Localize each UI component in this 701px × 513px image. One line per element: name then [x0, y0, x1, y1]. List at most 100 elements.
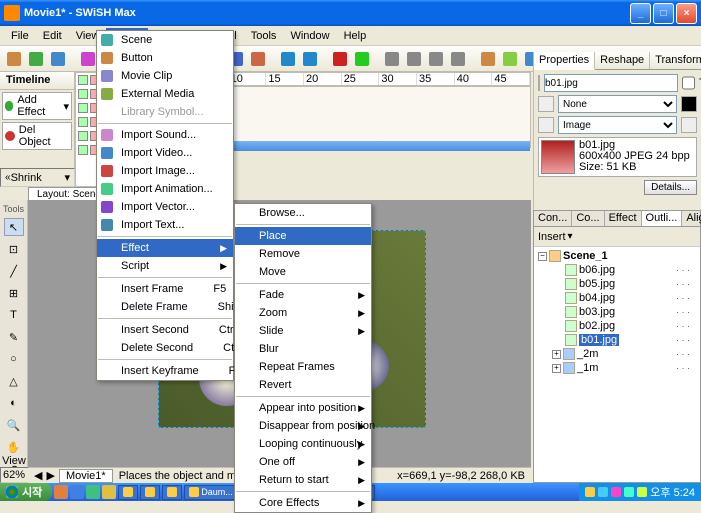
timeline-clip[interactable] — [191, 141, 530, 151]
menu-item[interactable]: Script▶ — [97, 257, 233, 275]
tree-node[interactable]: +_1m· · · — [538, 361, 696, 375]
outline-tab[interactable]: Align... — [682, 211, 701, 226]
menu-item[interactable]: Core Effects▶ — [235, 494, 371, 512]
menu-item[interactable]: Insert SecondCtrl+F5 — [97, 321, 233, 339]
tool-button[interactable]: ○ — [4, 350, 24, 368]
timeline-tracks[interactable] — [190, 86, 531, 148]
tool-button[interactable]: ⊞ — [4, 284, 24, 302]
toolbar-button[interactable] — [4, 49, 24, 69]
tree-node[interactable]: b05.jpg· · · — [538, 277, 696, 291]
menu-item[interactable]: Import Text... — [97, 216, 233, 234]
toolbar-button[interactable] — [448, 49, 468, 69]
shrink-dropdown[interactable]: « Shrink▾ — [0, 168, 75, 187]
toolbar-button[interactable] — [78, 49, 98, 69]
menu-item[interactable]: Blur — [235, 340, 371, 358]
add-effect-button[interactable]: Add Effect▾ — [2, 92, 72, 120]
tree-node[interactable]: b02.jpg· · · — [538, 319, 696, 333]
menu-window[interactable]: Window — [283, 28, 336, 44]
menu-item[interactable]: External Media — [97, 85, 233, 103]
tree-node[interactable]: b03.jpg· · · — [538, 305, 696, 319]
quicklaunch-icon[interactable] — [86, 485, 100, 499]
toolbar-button[interactable] — [26, 49, 46, 69]
tray-icon[interactable] — [624, 487, 634, 497]
tree-node[interactable]: +_2m· · · — [538, 347, 696, 361]
menu-item[interactable]: Slide▶ — [235, 322, 371, 340]
menu-item[interactable]: Import Image... — [97, 162, 233, 180]
menu-item[interactable]: Remove — [235, 245, 371, 263]
outline-tree[interactable]: −Scene_1b06.jpg· · ·b05.jpg· · ·b04.jpg·… — [534, 247, 700, 377]
menu-item[interactable]: Looping continuously▶ — [235, 435, 371, 453]
scroll-right-icon[interactable]: ▶ — [46, 469, 54, 482]
toolbar-button[interactable] — [300, 49, 320, 69]
insert-dropdown[interactable]: Insert — [538, 231, 566, 243]
scroll-left-icon[interactable]: ◀ — [34, 469, 42, 482]
menu-item[interactable]: Import Sound... — [97, 126, 233, 144]
toolbar-button[interactable] — [478, 49, 498, 69]
menu-item[interactable]: Place — [235, 227, 371, 245]
toolbar-button[interactable] — [48, 49, 68, 69]
menu-item[interactable]: Effect▶ — [97, 239, 233, 257]
outline-tab[interactable]: Outli... — [642, 211, 683, 226]
tree-node[interactable]: b01.jpg· · · — [538, 333, 696, 347]
toolbar-button[interactable] — [404, 49, 424, 69]
toolbar-button[interactable] — [330, 49, 350, 69]
color-swatch[interactable] — [681, 96, 697, 112]
outline-tab[interactable]: Con... — [534, 211, 572, 226]
tool-button[interactable]: ╱ — [4, 262, 24, 280]
menu-item[interactable]: Browse... — [235, 204, 371, 222]
toolbar-button[interactable] — [500, 49, 520, 69]
menu-item[interactable]: Import Animation... — [97, 180, 233, 198]
menu-item[interactable]: Delete SecondCtrl+Shift+F5 — [97, 339, 233, 357]
toolbar-button[interactable] — [426, 49, 446, 69]
menu-help[interactable]: Help — [337, 28, 374, 44]
system-tray[interactable]: 오후 5:24 — [579, 483, 701, 501]
tree-node[interactable]: b04.jpg· · · — [538, 291, 696, 305]
tree-node[interactable]: b06.jpg· · · — [538, 263, 696, 277]
toolbar-button[interactable] — [278, 49, 298, 69]
outline-tab[interactable]: Co... — [572, 211, 604, 226]
reload-icon[interactable] — [681, 117, 697, 133]
menu-item[interactable]: Insert FrameF5 — [97, 280, 233, 298]
menu-edit[interactable]: Edit — [36, 28, 69, 44]
menu-item[interactable]: Return to start▶ — [235, 471, 371, 489]
tool-button[interactable]: ↖ — [4, 218, 24, 236]
menu-item[interactable]: Repeat Frames — [235, 358, 371, 376]
minimize-button[interactable]: _ — [630, 3, 651, 24]
document-tab[interactable]: Movie1* — [59, 469, 113, 483]
taskbar-item[interactable]: Daum... — [184, 485, 238, 500]
maximize-button[interactable]: □ — [653, 3, 674, 24]
menu-item[interactable]: Delete FrameShift+F5 — [97, 298, 233, 316]
menu-item[interactable]: Fade▶ — [235, 286, 371, 304]
toolbar-button[interactable] — [382, 49, 402, 69]
props-tab[interactable]: Transform — [650, 52, 701, 69]
quicklaunch-icon[interactable] — [70, 485, 84, 499]
tool-button[interactable]: ✎ — [4, 328, 24, 346]
type-select[interactable]: Image — [558, 116, 677, 134]
outline-tab[interactable]: Effect — [605, 211, 642, 226]
tool-button[interactable]: ◐ — [4, 394, 24, 412]
start-button[interactable]: 시작 — [0, 483, 52, 501]
toolbar-button[interactable] — [352, 49, 372, 69]
menu-item[interactable]: One off▶ — [235, 453, 371, 471]
menu-item[interactable]: Appear into position▶ — [235, 399, 371, 417]
taskbar-item[interactable] — [162, 485, 182, 500]
menu-file[interactable]: File — [4, 28, 36, 44]
menu-item[interactable]: Import Vector... — [97, 198, 233, 216]
timeline-ruler[interactable]: 51015202530354045 — [190, 72, 531, 86]
props-tab[interactable]: Reshape — [595, 52, 650, 69]
del-object-button[interactable]: Del Object — [2, 122, 72, 150]
menu-item[interactable]: Insert KeyframeF6 — [97, 362, 233, 380]
tray-icon[interactable] — [585, 487, 595, 497]
object-name-field[interactable] — [544, 74, 678, 92]
menu-item[interactable]: Movie Clip — [97, 67, 233, 85]
menu-item[interactable]: Disappear from position▶ — [235, 417, 371, 435]
tool-button[interactable]: △ — [4, 372, 24, 390]
tool-button[interactable]: 🔍 — [4, 416, 24, 434]
details-button[interactable]: Details... — [644, 180, 697, 195]
menu-item[interactable]: Button — [97, 49, 233, 67]
quicklaunch-icon[interactable] — [54, 485, 68, 499]
menu-item[interactable]: Revert — [235, 376, 371, 394]
menu-item[interactable]: Scene — [97, 31, 233, 49]
tool-button[interactable]: T — [4, 306, 24, 324]
menu-item[interactable]: Move — [235, 263, 371, 281]
